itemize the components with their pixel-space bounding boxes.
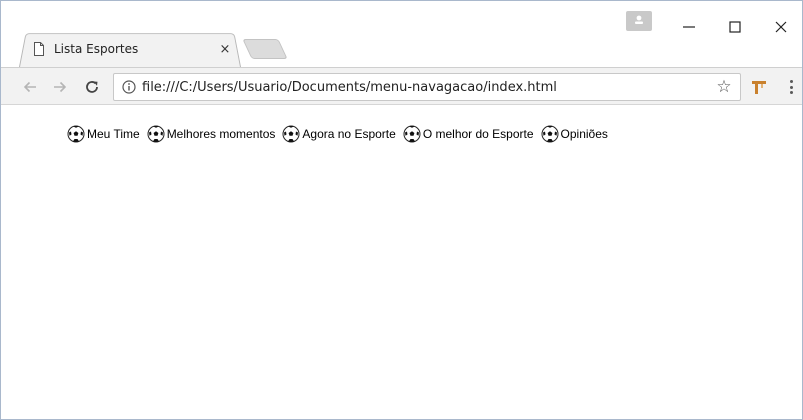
profile-icon — [635, 15, 643, 24]
back-button[interactable] — [19, 76, 41, 98]
page-viewport: Meu Time Melhores momentos Agora no Espo… — [1, 105, 802, 419]
nav-link-meu-time[interactable]: Meu Time — [87, 127, 140, 141]
minimize-button[interactable] — [667, 15, 711, 39]
url-text[interactable]: file:///C:/Users/Usuario/Documents/menu-… — [142, 80, 557, 95]
nav-item-agora-no-esporte[interactable]: Agora no Esporte — [282, 125, 396, 143]
extension-icon — [752, 81, 766, 94]
browser-toolbar: file:///C:/Users/Usuario/Documents/menu-… — [1, 67, 802, 105]
soccer-ball-icon — [403, 125, 421, 143]
close-window-button[interactable] — [759, 15, 802, 39]
reload-button[interactable] — [81, 76, 103, 98]
menu-dot — [789, 91, 793, 94]
menu-dot — [789, 85, 793, 89]
nav-link-agora-no-esporte[interactable]: Agora no Esporte — [302, 127, 395, 141]
profile-button[interactable] — [626, 11, 652, 31]
title-bar: Lista Esportes × — [1, 1, 802, 67]
soccer-ball-icon — [541, 125, 559, 143]
sports-nav-menu: Meu Time Melhores momentos Agora no Espo… — [67, 125, 615, 143]
forward-button[interactable] — [49, 76, 71, 98]
close-icon — [775, 21, 787, 33]
address-bar[interactable]: file:///C:/Users/Usuario/Documents/menu-… — [113, 73, 741, 101]
nav-item-meu-time[interactable]: Meu Time — [67, 125, 140, 143]
minimize-icon — [683, 26, 695, 28]
nav-item-o-melhor-do-esporte[interactable]: O melhor do Esporte — [403, 125, 534, 143]
page-icon — [34, 42, 44, 56]
soccer-ball-icon — [282, 125, 300, 143]
new-tab-button[interactable] — [242, 39, 288, 59]
maximize-button[interactable] — [713, 15, 757, 39]
arrow-left-icon — [23, 81, 36, 93]
more-vert-icon[interactable] — [784, 77, 798, 97]
browser-window: Lista Esportes × file:///C:/Users/Usuari… — [0, 0, 803, 420]
arrow-right-icon — [54, 81, 67, 93]
nav-link-opinioes[interactable]: Opiniões — [561, 127, 608, 141]
soccer-ball-icon — [67, 125, 85, 143]
nav-item-opinioes[interactable]: Opiniões — [541, 125, 608, 143]
soccer-ball-icon — [147, 125, 165, 143]
maximize-icon — [729, 21, 741, 33]
nav-item-melhores-momentos[interactable]: Melhores momentos — [147, 125, 276, 143]
tab-title: Lista Esportes — [54, 42, 139, 56]
reload-icon — [86, 81, 98, 93]
menu-dot — [789, 80, 793, 83]
tab-close-icon[interactable]: × — [217, 42, 233, 57]
tab-content[interactable]: Lista Esportes × — [33, 36, 233, 62]
extension-button[interactable] — [749, 77, 769, 97]
nav-link-melhores-momentos[interactable]: Melhores momentos — [167, 127, 276, 141]
nav-link-o-melhor-do-esporte[interactable]: O melhor do Esporte — [423, 127, 534, 141]
info-icon[interactable] — [122, 80, 136, 94]
star-icon[interactable]: ☆ — [714, 77, 734, 97]
